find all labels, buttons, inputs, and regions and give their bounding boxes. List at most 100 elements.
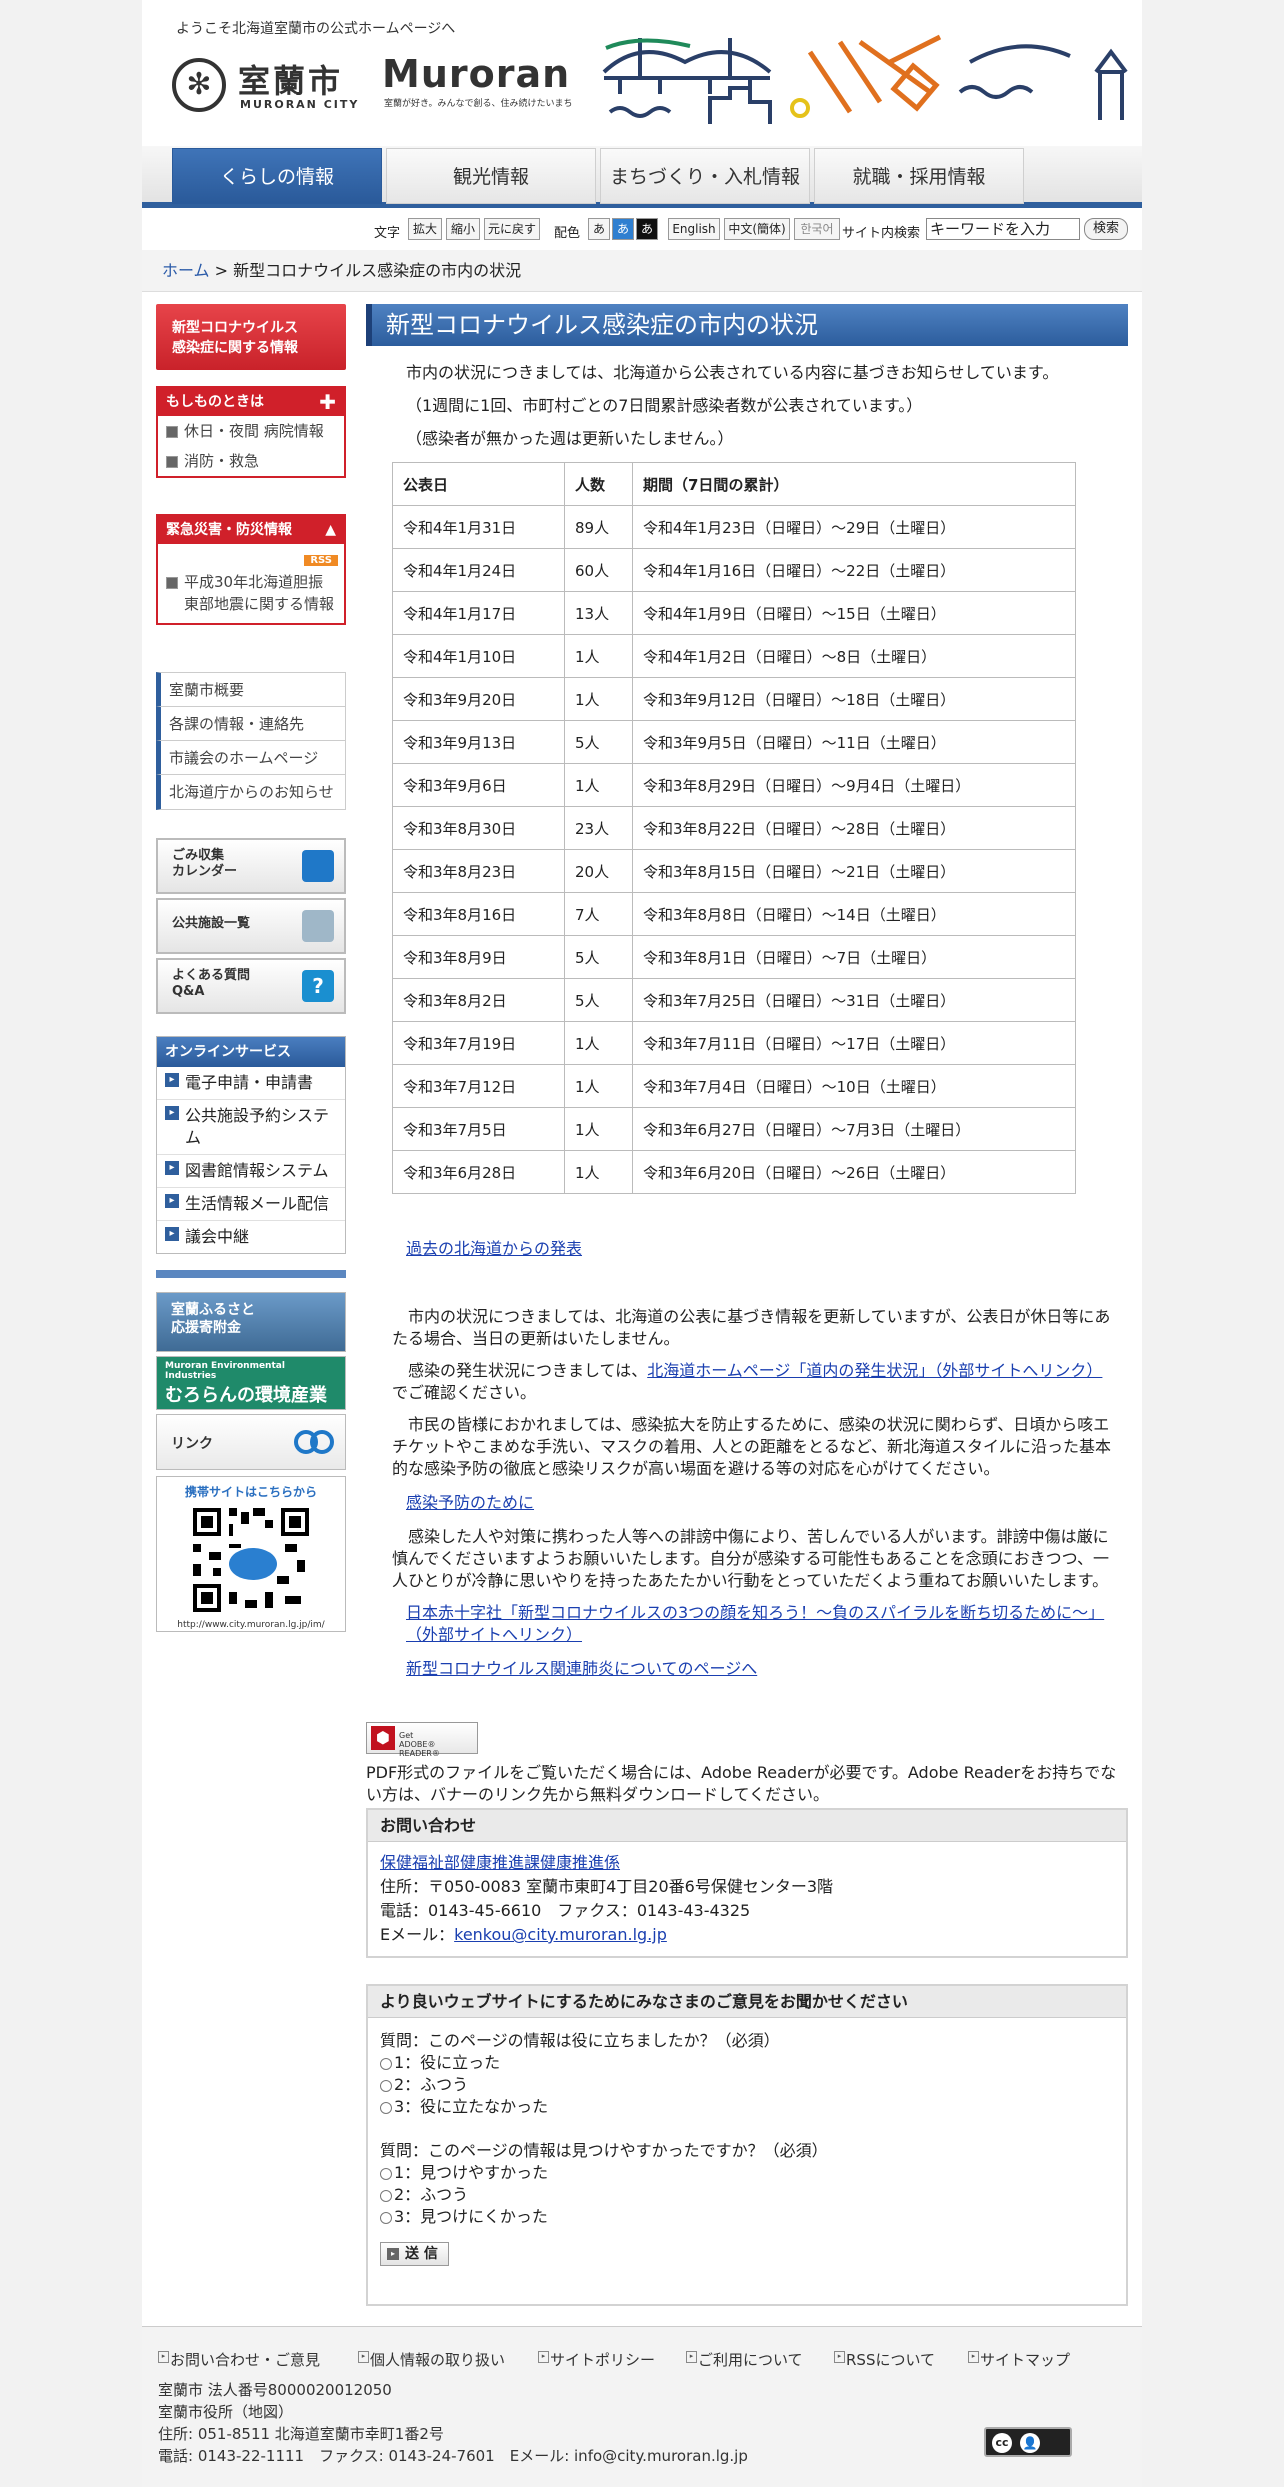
sidebar-divider bbox=[156, 1270, 346, 1278]
city-name[interactable]: 室蘭市 bbox=[238, 56, 343, 102]
mobile-site-title: 携帯サイトはこちらから bbox=[184, 1485, 317, 1499]
font-larger-button[interactable]: 拡大 bbox=[408, 218, 442, 240]
garbage-calendar-button[interactable]: ごみ収集 カレンダー bbox=[156, 838, 346, 894]
hokkaido-status-link[interactable]: 北海道ホームページ「道内の発生状況」（外部サイトへリンク） bbox=[647, 1361, 1102, 1380]
red-cross-link[interactable]: 日本赤十字社「新型コロナウイルスの3つの顔を知ろう！～負のスパイラルを断ち切るた… bbox=[406, 1602, 1118, 1646]
radio-useful-normal[interactable]: 2：ふつう bbox=[380, 2074, 1114, 2096]
feedback-box: より良いウェブサイトにするためにみなさまのご意見をお聞かせください 質問：このペ… bbox=[366, 1984, 1128, 2306]
creative-commons-badge[interactable]: cc 👤 bbox=[984, 2427, 1072, 2457]
lang-chinese-button[interactable]: 中文(簡体) bbox=[724, 218, 790, 240]
disaster-heading-text: 緊急災害・防災情報 bbox=[166, 522, 292, 538]
table-row: 令和3年9月6日 1人 令和3年8月29日（日曜日）～9月4日（土曜日） bbox=[392, 763, 1076, 807]
mobile-site-qr[interactable]: 携帯サイトはこちらから http://www.city.muroran.lg.j… bbox=[156, 1476, 346, 1632]
table-row: 令和3年7月5日 1人 令和3年6月27日（日曜日）～7月3日（土曜日） bbox=[392, 1107, 1076, 1151]
footer-link-site-policy[interactable]: サイトポリシー bbox=[538, 2349, 655, 2370]
emergency-box: もしものときは ✚ 休日・夜間 病院情報 消防・救急 bbox=[156, 386, 346, 478]
sidebar-link-assembly[interactable]: 市議会のホームページ bbox=[156, 740, 346, 776]
city-emblem-icon[interactable] bbox=[172, 58, 226, 112]
color-black-button[interactable]: あ bbox=[636, 218, 658, 240]
lang-korean-button[interactable]: 한국어 bbox=[794, 218, 840, 240]
table-row: 令和3年8月16日 7人 令和3年8月8日（日曜日）～14日（土曜日） bbox=[392, 892, 1076, 936]
emergency-heading-text: もしものときは bbox=[166, 394, 264, 410]
sidebar-item-holiday-hospital[interactable]: 休日・夜間 病院情報 bbox=[158, 416, 344, 446]
brand-tagline: 室蘭が好き。みんなで創る、住み続けたいまち bbox=[384, 99, 573, 109]
search-input[interactable]: キーワードを入力 bbox=[926, 218, 1080, 240]
pneumonia-page-link[interactable]: 新型コロナウイルス関連肺炎についてのページへ bbox=[406, 1658, 757, 1680]
contact-department-link[interactable]: 保健福祉部健康推進課健康推進係 bbox=[380, 1853, 620, 1872]
cell-count: 1人 bbox=[564, 1150, 633, 1194]
contact-email-link[interactable]: kenkou@city.muroran.lg.jp bbox=[454, 1925, 667, 1944]
table-row: 令和3年8月9日 5人 令和3年8月1日（日曜日）～7日（土曜日） bbox=[392, 935, 1076, 979]
nav-tab-jobs[interactable]: 就職・採用情報 bbox=[814, 148, 1024, 204]
cell-period: 令和4年1月9日（日曜日）～15日（土曜日） bbox=[632, 591, 1076, 635]
footer-link-rss[interactable]: RSSについて bbox=[834, 2349, 935, 2370]
cell-publish-date: 令和4年1月31日 bbox=[392, 505, 565, 549]
qr-code-icon bbox=[189, 1504, 313, 1616]
sidebar-link-departments[interactable]: 各課の情報・連絡先 bbox=[156, 706, 346, 742]
radio-not-useful[interactable]: 3：役に立たなかった bbox=[380, 2096, 1114, 2118]
corona-info-button[interactable]: 新型コロナウイルス 感染症に関する情報 bbox=[156, 304, 346, 370]
contact-email-row: Eメール：kenkou@city.muroran.lg.jp bbox=[380, 1924, 1114, 1946]
footer-link-contact[interactable]: お問い合わせ・ご意見 bbox=[158, 2349, 320, 2370]
online-item-mail-delivery[interactable]: 生活情報メール配信 bbox=[157, 1188, 345, 1221]
intro-text: 市内の状況につきましては、北海道から公表されている内容に基づきお知らせしています… bbox=[406, 363, 1059, 382]
adobe-reader-text: Get ADOBE® READER® bbox=[399, 1731, 477, 1758]
links-banner[interactable]: リンク bbox=[156, 1414, 346, 1470]
public-facilities-button[interactable]: 公共施設一覧 bbox=[156, 898, 346, 954]
breadcrumb-home-link[interactable]: ホーム bbox=[162, 261, 210, 280]
environmental-industries-banner[interactable]: Muroran Environmental Industries むろらんの環境… bbox=[156, 1356, 346, 1410]
nav-tab-living[interactable]: くらしの情報 bbox=[172, 148, 382, 204]
sidebar-link-hokkaido-notices[interactable]: 北海道庁からのお知らせ bbox=[156, 774, 346, 810]
furusato-donation-banner[interactable]: 室蘭ふるさと 応援寄附金 bbox=[156, 1292, 346, 1352]
submit-button[interactable]: 送 信 bbox=[380, 2242, 449, 2266]
cell-publish-date: 令和3年7月5日 bbox=[392, 1107, 565, 1151]
nav-tab-city-planning[interactable]: まちづくり・入札情報 bbox=[600, 148, 810, 204]
radio-easy-to-find[interactable]: 1：見つけやすかった bbox=[380, 2162, 1114, 2184]
cell-count: 89人 bbox=[564, 505, 633, 549]
font-smaller-button[interactable]: 縮小 bbox=[446, 218, 480, 240]
adobe-reader-name: ADOBE® READER® bbox=[399, 1740, 440, 1758]
online-item-assembly-broadcast[interactable]: 議会中継 bbox=[157, 1221, 345, 1253]
color-default-button[interactable]: あ bbox=[588, 218, 610, 240]
footer-link-terms[interactable]: ご利用について bbox=[686, 2349, 803, 2370]
welcome-text: ようこそ北海道室蘭市の公式ホームページへ bbox=[176, 21, 456, 37]
online-item-e-application[interactable]: 電子申請・申請書 bbox=[157, 1067, 345, 1100]
nav-tab-tourism[interactable]: 観光情報 bbox=[386, 148, 596, 204]
sidebar-link-city-overview[interactable]: 室蘭市概要 bbox=[156, 672, 346, 708]
font-reset-button[interactable]: 元に戻す bbox=[484, 218, 540, 240]
cell-count: 1人 bbox=[564, 1107, 633, 1151]
rss-badge[interactable]: RSS bbox=[304, 555, 338, 566]
prevention-link[interactable]: 感染予防のために bbox=[406, 1492, 534, 1514]
past-announcements-link[interactable]: 過去の北海道からの発表 bbox=[406, 1238, 582, 1260]
footer-corporate-number: 室蘭市 法人番号8000020012050 bbox=[158, 2381, 392, 2399]
note-weekly: （1週間に1回、市町村ごとの7日間累計感染者数が公表されています。） bbox=[406, 396, 923, 415]
radio-hard-to-find[interactable]: 3：見つけにくかった bbox=[380, 2206, 1114, 2228]
footer: お問い合わせ・ご意見 個人情報の取り扱い サイトポリシー ご利用について RSS… bbox=[142, 2326, 1142, 2487]
adobe-reader-banner[interactable]: ⬢ Get ADOBE® READER® bbox=[366, 1722, 478, 1758]
yellow-ring-icon bbox=[790, 98, 810, 118]
radio-useful[interactable]: 1：役に立った bbox=[380, 2052, 1114, 2074]
sidebar-item-fire-ambulance[interactable]: 消防・救急 bbox=[158, 446, 344, 476]
radio-find-normal[interactable]: 2：ふつう bbox=[380, 2184, 1114, 2206]
online-item-facility-booking[interactable]: 公共施設予約システム bbox=[157, 1100, 345, 1155]
online-services-heading: オンラインサービス bbox=[157, 1037, 345, 1067]
table-row: 令和4年1月10日 1人 令和4年1月2日（日曜日）～8日（土曜日） bbox=[392, 634, 1076, 678]
color-blue-button[interactable]: あ bbox=[612, 218, 634, 240]
bridge-icon bbox=[602, 38, 772, 124]
sidebar-item-earthquake[interactable]: 平成30年北海道胆振東部地震に関する情報 bbox=[158, 567, 344, 623]
font-size-label: 文字 bbox=[374, 226, 401, 241]
table-row: 令和3年7月12日 1人 令和3年7月4日（日曜日）～10日（土曜日） bbox=[392, 1064, 1076, 1108]
corona-info-label-1: 新型コロナウイルス bbox=[172, 320, 298, 336]
search-button[interactable]: 検索 bbox=[1084, 218, 1128, 240]
footer-office-map-link[interactable]: 室蘭市役所（地図） bbox=[158, 2401, 293, 2422]
table-row: 令和3年8月2日 5人 令和3年7月25日（日曜日）～31日（土曜日） bbox=[392, 978, 1076, 1022]
lang-english-button[interactable]: English bbox=[668, 218, 720, 240]
faq-button[interactable]: よくある質問 Q&A ? bbox=[156, 958, 346, 1014]
footer-link-privacy[interactable]: 個人情報の取り扱い bbox=[358, 2349, 505, 2370]
footer-link-sitemap[interactable]: サイトマップ bbox=[968, 2349, 1070, 2370]
pdf-icon: ⬢ bbox=[371, 1726, 395, 1750]
cc-icon: cc bbox=[992, 2433, 1012, 2453]
breadcrumb-separator: > bbox=[209, 261, 234, 280]
online-item-library[interactable]: 図書館情報システム bbox=[157, 1155, 345, 1188]
case-count-table-body: 令和4年1月31日 89人 令和4年1月23日（日曜日）～29日（土曜日） 令和4年1… bbox=[392, 505, 1076, 1194]
